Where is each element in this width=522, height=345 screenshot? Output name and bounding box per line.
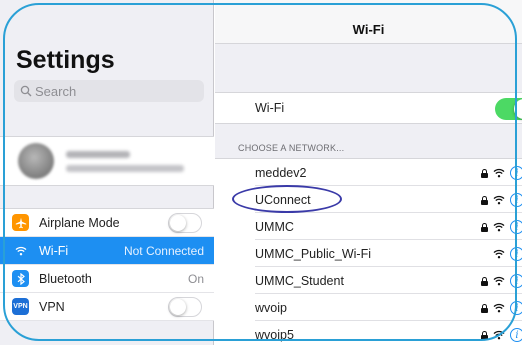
search-placeholder: Search (35, 83, 77, 99)
wifi-panel: Wi-Fi Wi-Fi CHOOSE A NETWORK... meddev2 … (215, 0, 522, 345)
wifi-signal-icon (493, 222, 505, 232)
sidebar-item-label: Wi-Fi (39, 243, 69, 258)
sidebar-item-label: Airplane Mode (39, 215, 120, 230)
network-name: UMMC (255, 219, 294, 234)
wifi-toggle-label: Wi-Fi (255, 101, 285, 115)
blurred-subtitle (66, 165, 184, 172)
network-section-header: CHOOSE A NETWORK... (238, 143, 345, 153)
network-name: UConnect (255, 192, 311, 207)
bluetooth-status-value: On (187, 271, 204, 286)
sidebar-item-wifi[interactable]: Wi-Fi Not Connected (0, 237, 214, 265)
wifi-status-value: Not Connected (123, 243, 204, 258)
info-icon[interactable]: i (510, 301, 522, 315)
airplane-icon (12, 214, 29, 231)
apple-id-profile[interactable] (0, 136, 214, 186)
info-icon[interactable]: i (510, 247, 522, 261)
info-icon[interactable]: i (510, 193, 522, 207)
network-name: meddev2 (255, 165, 307, 180)
lock-icon (481, 222, 488, 232)
network-name: UMMC_Public_Wi-Fi (255, 246, 371, 261)
wifi-signal-icon (493, 330, 505, 340)
lock-icon (481, 276, 488, 286)
wifi-signal-icon (493, 303, 505, 313)
info-icon[interactable]: i (510, 166, 522, 180)
network-name: wvoip5 (255, 327, 294, 342)
wifi-signal-icon (493, 195, 505, 205)
network-name: UMMC_Student (255, 273, 344, 288)
search-input[interactable]: Search (14, 80, 204, 102)
lock-icon (481, 330, 488, 340)
search-icon (20, 85, 32, 97)
vpn-toggle[interactable] (168, 297, 202, 317)
blurred-name (66, 151, 130, 158)
network-row-ummc[interactable]: UMMC i (215, 213, 522, 240)
network-row-meddev2[interactable]: meddev2 i (215, 159, 522, 186)
network-row-ummc-public-wifi[interactable]: UMMC_Public_Wi-Fi i (215, 240, 522, 267)
network-name: wvoip (255, 300, 287, 315)
sidebar-item-bluetooth[interactable]: Bluetooth On (0, 265, 214, 293)
airplane-mode-toggle[interactable] (168, 213, 202, 233)
info-icon[interactable]: i (510, 220, 522, 234)
bluetooth-icon (12, 270, 29, 287)
wifi-toggle[interactable] (495, 98, 522, 120)
sidebar-item-vpn[interactable]: VPN VPN (0, 293, 214, 321)
vpn-icon: VPN (12, 298, 29, 315)
avatar (18, 143, 54, 179)
wifi-signal-icon (493, 276, 505, 286)
sidebar-item-label: VPN (39, 299, 65, 314)
settings-sidebar: Settings Search Airplane Mode Wi-Fi Not … (0, 0, 214, 345)
wifi-signal-icon (493, 168, 505, 178)
sidebar-item-label: Bluetooth (39, 271, 92, 286)
page-title: Wi-Fi (352, 22, 385, 37)
wifi-signal-icon (493, 249, 505, 259)
sidebar-title: Settings (16, 46, 115, 74)
network-list: meddev2 i UConnect i UMMC i UMMC_Public_… (215, 158, 522, 345)
lock-icon (481, 168, 488, 178)
info-icon[interactable]: i (510, 274, 522, 288)
wifi-icon (12, 242, 29, 259)
info-icon[interactable]: i (510, 328, 522, 342)
settings-menu: Airplane Mode Wi-Fi Not Connected Blueto… (0, 208, 214, 321)
network-row-uconnect[interactable]: UConnect i (215, 186, 522, 213)
lock-icon (481, 303, 488, 313)
wifi-toggle-row: Wi-Fi (215, 92, 522, 124)
network-row-wvoip[interactable]: wvoip i (215, 294, 522, 321)
sidebar-item-airplane-mode[interactable]: Airplane Mode (0, 209, 214, 237)
nav-bar: Wi-Fi (215, 0, 522, 44)
network-row-ummc-student[interactable]: UMMC_Student i (215, 267, 522, 294)
network-row-wvoip5[interactable]: wvoip5 i (215, 321, 522, 345)
settings-screen: Settings Search Airplane Mode Wi-Fi Not … (0, 0, 522, 345)
lock-icon (481, 195, 488, 205)
